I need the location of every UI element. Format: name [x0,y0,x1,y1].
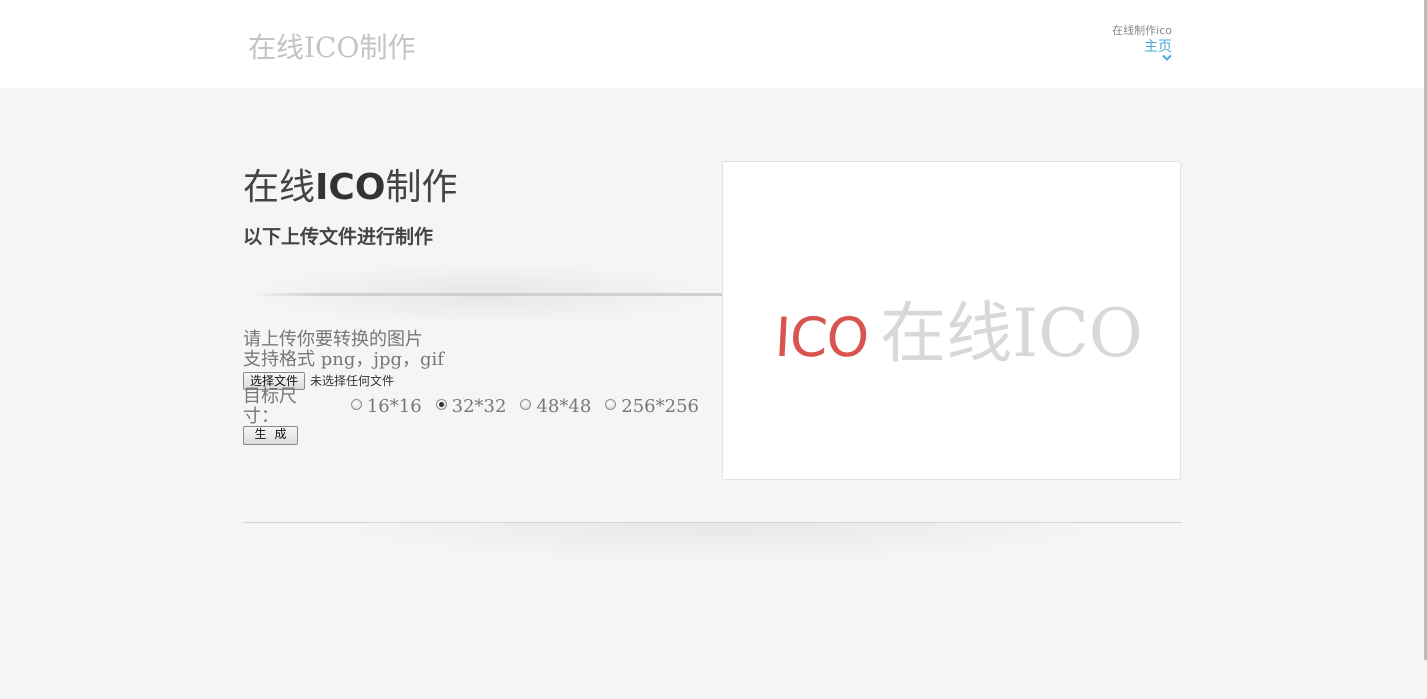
target-size-group: 目标尺寸： 16*16 32*32 48*48 256*256 [243,387,713,427]
size-label-32: 32*32 [451,396,507,417]
generate-button[interactable]: 生成 [243,426,298,445]
logo-ico-red: ICO [773,306,870,369]
divider-line [250,293,723,296]
preview-panel: ICO 在线ICO [722,161,1181,480]
size-label-48: 48*48 [536,396,592,417]
target-size-label: 目标尺寸： [243,386,297,427]
upload-form: 请上传你要转换的图片 支持格式 png，jpg，gif 选择文件 未选择任何文件… [243,330,713,445]
logo-ico-grey: 在线ICO [880,295,1143,372]
radio-48[interactable] [520,398,532,410]
header-bar: 在线ICO制作 在线制作ico 主页 [0,0,1427,88]
size-option-48[interactable]: 48*48 [520,397,591,417]
size-option-16[interactable]: 16*16 [350,396,422,417]
radio-16[interactable] [350,398,362,410]
main-nav: 在线制作ico 主页 [1112,24,1172,62]
size-label-16: 16*16 [366,396,422,417]
radio-32[interactable] [435,398,447,410]
size-option-256[interactable]: 256*256 [605,397,699,417]
upload-instruction: 请上传你要转换的图片 [243,329,423,350]
radio-256[interactable] [605,398,617,410]
site-logo[interactable]: 在线ICO制作 [248,26,415,66]
size-option-32[interactable]: 32*32 [435,396,507,417]
size-label-256: 256*256 [621,396,699,417]
page-title: 在线ICO制作 [243,167,458,208]
preview-logo: ICO 在线ICO [773,280,1143,376]
supported-formats: 支持格式 png，jpg，gif [243,349,444,370]
page-subtitle: 以下上传文件进行制作 [243,226,434,248]
footer-shadow [320,523,1120,563]
nav-home-link[interactable]: 主页 [1112,38,1172,56]
nav-subtitle: 在线制作ico [1112,24,1172,37]
